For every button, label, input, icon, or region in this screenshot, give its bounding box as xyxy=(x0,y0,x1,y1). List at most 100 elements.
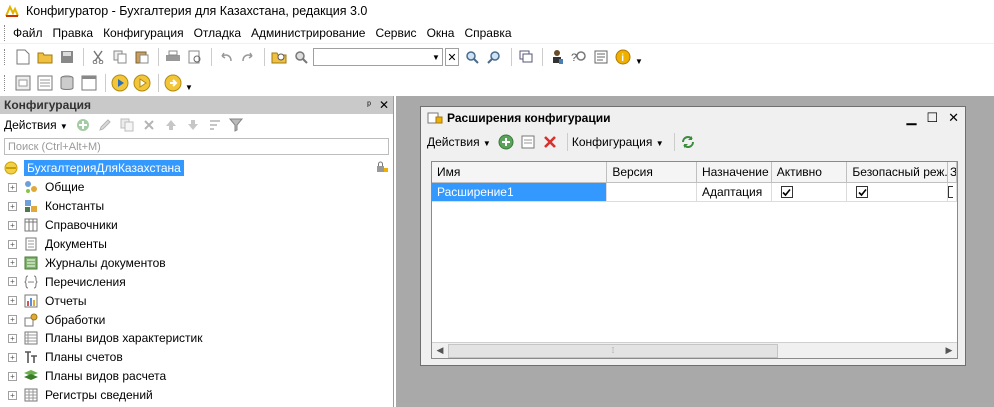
menu-help[interactable]: Справка xyxy=(464,26,511,40)
menu-configuration[interactable]: Конфигурация xyxy=(103,26,184,40)
copy-item-icon[interactable] xyxy=(118,116,136,134)
open-folder-icon[interactable] xyxy=(35,47,55,67)
tree-item-dataprocessors[interactable]: + Обработки xyxy=(0,310,393,329)
minimize-icon[interactable]: ▁ xyxy=(906,110,916,126)
expand-icon[interactable]: + xyxy=(8,277,17,287)
refresh-icon[interactable] xyxy=(679,133,697,151)
close-window-icon[interactable]: ✕ xyxy=(948,110,959,126)
menu-administration[interactable]: Администрирование xyxy=(251,26,365,40)
tree-item-chart-of-characteristic-types[interactable]: + Планы видов характеристик xyxy=(0,329,393,348)
find-next-icon[interactable] xyxy=(463,47,483,67)
expand-icon[interactable]: + xyxy=(8,296,17,306)
save-icon[interactable] xyxy=(57,47,77,67)
close-panel-icon[interactable]: ✕ xyxy=(379,98,389,112)
expand-icon[interactable]: + xyxy=(8,201,17,211)
tree-item-chart-of-accounts[interactable]: + Планы счетов xyxy=(0,348,393,367)
filter-icon[interactable] xyxy=(228,116,246,134)
delete-extension-icon[interactable] xyxy=(541,133,559,151)
delete-icon[interactable] xyxy=(140,116,158,134)
info-icon[interactable]: i xyxy=(613,47,633,67)
menu-windows[interactable]: Окна xyxy=(427,26,455,40)
expand-icon[interactable]: + xyxy=(8,333,17,343)
dropdown-arrow-icon[interactable]: ▼ xyxy=(430,53,442,62)
column-header-name[interactable]: Имя xyxy=(432,162,608,182)
tree-item-reports[interactable]: + Отчеты xyxy=(0,291,393,310)
move-up-icon[interactable] xyxy=(162,116,180,134)
menu-debug[interactable]: Отладка xyxy=(194,26,241,40)
open-db-config-icon[interactable] xyxy=(35,73,55,93)
active-checkbox[interactable] xyxy=(780,186,793,198)
column-header-active[interactable]: Активно xyxy=(772,162,848,182)
help-content-icon[interactable] xyxy=(591,47,611,67)
lock-icon[interactable] xyxy=(375,160,389,174)
redo-icon[interactable] xyxy=(238,47,258,67)
configuration-search-input[interactable]: Поиск (Ctrl+Alt+M) xyxy=(4,138,389,155)
move-down-icon[interactable] xyxy=(184,116,202,134)
config-window-icon[interactable] xyxy=(79,73,99,93)
extensions-actions-button[interactable]: Действия ▼ xyxy=(427,135,491,149)
windows-icon[interactable] xyxy=(516,47,536,67)
cell-truncated[interactable] xyxy=(948,183,957,201)
print-preview-icon[interactable] xyxy=(185,47,205,67)
run-enterprise-icon[interactable] xyxy=(132,73,152,93)
open-config-icon[interactable] xyxy=(13,73,33,93)
cut-icon[interactable] xyxy=(88,47,108,67)
edit-icon[interactable] xyxy=(96,116,114,134)
expand-icon[interactable]: + xyxy=(8,315,17,325)
tree-root[interactable]: БухгалтерияДляКазахстана xyxy=(0,159,393,178)
column-header-purpose[interactable]: Назначение xyxy=(697,162,772,182)
tree-item-enums[interactable]: + Перечисления xyxy=(0,272,393,291)
expand-icon[interactable]: + xyxy=(8,182,17,192)
toolbar-search-input[interactable]: ▼ xyxy=(313,48,443,66)
print-icon[interactable] xyxy=(163,47,183,67)
start-debug-icon[interactable] xyxy=(110,73,130,93)
expand-icon[interactable]: + xyxy=(8,220,17,230)
debug-connect-icon[interactable] xyxy=(163,73,183,93)
pin-icon[interactable]: ᵖ xyxy=(367,100,371,111)
horizontal-scrollbar[interactable]: ◀ ⁞ ▶ xyxy=(432,342,957,358)
column-header-version[interactable]: Версия xyxy=(607,162,697,182)
scroll-right-icon[interactable]: ▶ xyxy=(941,343,957,359)
toolbar-overflow-icon[interactable]: ▼ xyxy=(635,57,643,66)
search-icon[interactable] xyxy=(291,47,311,67)
toolbar2-overflow-icon[interactable]: ▼ xyxy=(185,83,193,92)
scrollbar-thumb[interactable]: ⁞ xyxy=(448,343,778,358)
tree-item-constants[interactable]: + Константы xyxy=(0,197,393,216)
menu-service[interactable]: Сервис xyxy=(375,26,416,40)
column-header-safe-mode[interactable]: Безопасный реж... xyxy=(847,162,949,182)
tree-item-information-registers[interactable]: + Регистры сведений xyxy=(0,386,393,405)
column-header-truncated[interactable]: З xyxy=(948,162,957,182)
find-in-files-icon[interactable] xyxy=(269,47,289,67)
copy-icon[interactable] xyxy=(110,47,130,67)
expand-icon[interactable]: + xyxy=(8,390,17,400)
add-icon[interactable] xyxy=(74,116,92,134)
cell-purpose[interactable]: Адаптация xyxy=(697,183,772,201)
tree-item-common[interactable]: + Общие xyxy=(0,178,393,197)
add-extension-icon[interactable] xyxy=(497,133,515,151)
new-document-icon[interactable] xyxy=(13,47,33,67)
expand-icon[interactable]: + xyxy=(8,258,17,268)
cell-name[interactable]: Расширение1 xyxy=(432,183,608,201)
table-row[interactable]: Расширение1 Адаптация xyxy=(432,183,957,202)
tree-item-documents[interactable]: + Документы xyxy=(0,235,393,254)
tree-item-catalogs[interactable]: + Справочники xyxy=(0,216,393,235)
cell-version[interactable] xyxy=(607,183,697,201)
tree-item-chart-of-calculation-types[interactable]: + Планы видов расчета xyxy=(0,367,393,386)
open-extension-icon[interactable] xyxy=(519,133,537,151)
expand-icon[interactable]: + xyxy=(8,239,17,249)
extensions-configuration-button[interactable]: Конфигурация ▼ xyxy=(572,135,664,149)
safe-mode-checkbox[interactable] xyxy=(856,186,869,198)
update-db-icon[interactable] xyxy=(57,73,77,93)
scroll-left-icon[interactable]: ◀ xyxy=(432,343,448,359)
cell-active[interactable] xyxy=(772,183,848,201)
actions-menu-button[interactable]: Действия ▼ xyxy=(4,118,68,132)
clear-search-icon[interactable]: ✕ xyxy=(445,48,459,66)
cell-safe-mode[interactable] xyxy=(847,183,949,201)
menu-edit[interactable]: Правка xyxy=(53,26,94,40)
expand-icon[interactable]: + xyxy=(8,371,17,381)
tree-item-journals[interactable]: + Журналы документов xyxy=(0,253,393,272)
sort-icon[interactable] xyxy=(206,116,224,134)
syntax-assistant-icon[interactable] xyxy=(547,47,567,67)
help-search-icon[interactable]: ? xyxy=(569,47,589,67)
menu-file[interactable]: Файл xyxy=(13,26,43,40)
